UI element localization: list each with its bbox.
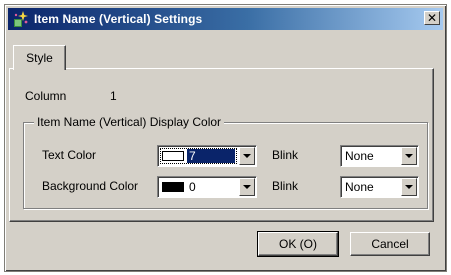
text-color-select[interactable]: 7	[157, 145, 257, 167]
text-blink-select[interactable]: None	[340, 145, 419, 167]
cancel-button-label: Cancel	[371, 237, 409, 251]
background-color-swatch	[162, 182, 184, 192]
focus-ring	[160, 148, 237, 164]
background-color-value: 0	[189, 180, 196, 194]
close-button[interactable]: ✕	[424, 11, 440, 25]
ok-button[interactable]: OK (O)	[257, 231, 339, 257]
group-legend: Item Name (Vertical) Display Color	[34, 115, 225, 129]
text-blink-value: None	[345, 149, 374, 163]
background-blink-label: Blink	[272, 179, 299, 193]
window-title: Item Name (Vertical) Settings	[34, 12, 203, 26]
chevron-down-icon[interactable]	[239, 178, 255, 196]
column-value: 1	[110, 89, 117, 103]
background-blink-select[interactable]: None	[340, 176, 419, 198]
background-color-select[interactable]: 0	[157, 176, 257, 198]
chevron-down-icon[interactable]	[401, 147, 417, 165]
close-icon: ✕	[426, 11, 438, 25]
tab-style[interactable]: Style	[13, 45, 66, 70]
chevron-down-icon[interactable]	[239, 147, 255, 165]
background-color-label: Background Color	[42, 179, 139, 193]
title-bar[interactable]: Item Name (Vertical) Settings ✕	[8, 8, 443, 30]
cancel-button[interactable]: Cancel	[350, 232, 430, 256]
settings-sparkle-icon	[12, 10, 30, 28]
tab-label: Style	[26, 51, 53, 65]
text-blink-label: Blink	[272, 148, 299, 162]
chevron-down-icon[interactable]	[401, 178, 417, 196]
text-color-label: Text Color	[42, 148, 97, 162]
background-blink-value: None	[345, 180, 374, 194]
column-label: Column	[25, 89, 67, 103]
ok-button-label: OK (O)	[279, 237, 317, 251]
